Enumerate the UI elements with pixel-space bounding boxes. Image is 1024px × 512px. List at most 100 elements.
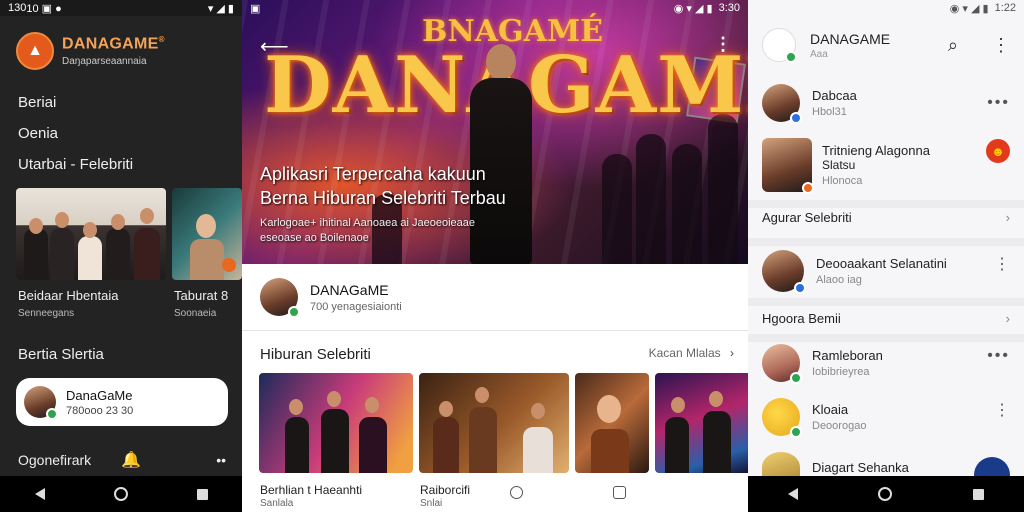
bell-icon[interactable]: 🔔 [121, 450, 141, 470]
arrow-left-icon[interactable]: ⟵ [260, 34, 289, 59]
footer-more-icon[interactable]: •• [216, 452, 226, 468]
thumbnail-1[interactable] [259, 373, 413, 473]
screen-drawer: 130 10 ▣ ● ▾ ◢ ▮ ▲ DANAGAME® Daŋaparseaa… [0, 0, 242, 512]
row-name: Ramleboran [812, 348, 883, 363]
list-item[interactable]: Deooaakant Selanatini Alaoo iag ⋮ [762, 250, 1010, 294]
verified-badge-icon [785, 51, 797, 63]
verified-badge-icon [790, 372, 802, 384]
section-heading: Bertia Slertia [18, 346, 104, 363]
status-icons-left: ▣ [250, 2, 261, 15]
channel-name: DANAGaME [310, 281, 389, 298]
channel-avatar [260, 278, 300, 318]
brand-title: DANAGAME [62, 35, 159, 53]
verified-badge-icon [802, 182, 814, 194]
more-vertical-icon[interactable]: ⋮ [714, 34, 732, 55]
row-name: Dabcaa [812, 88, 857, 103]
drawer-menu: Beriai Oenia Utarbai - Felebriti [18, 92, 133, 185]
more-horizontal-icon[interactable]: ••• [987, 94, 1010, 112]
thumbnail-1-title[interactable]: Berhlian t Haeanhti [260, 483, 362, 497]
channel-sub: 700 yenagesiaionti [310, 300, 402, 313]
avatar [762, 84, 802, 124]
row-sub: Iobibrieyrea [812, 366, 870, 378]
back-icon[interactable] [34, 488, 45, 500]
row-name-line1: Tritnieng Alagonna [822, 143, 930, 158]
status-bar: 130 10 ▣ ● ▾ ◢ ▮ [0, 0, 242, 16]
section-more-label: Kacan Mlalas [648, 346, 721, 360]
recents-icon[interactable] [972, 488, 984, 500]
row-name-line2: Slatsu [822, 158, 856, 172]
brand-subtitle: Daŋaparseaannaia [62, 56, 147, 68]
divider [748, 200, 1024, 208]
avatar [762, 250, 806, 294]
profile-card[interactable]: DanaGaMe 780ooo 23 30 [16, 378, 228, 426]
card-title-1[interactable]: Beidaar Hbentaia [18, 288, 118, 303]
hero-description: Karlogoae+ ihitinal Aanoaea ai Jaeoeoiea… [260, 216, 475, 246]
chevron-right-icon: › [1005, 210, 1010, 225]
home-icon[interactable] [113, 487, 128, 501]
thumbnail-3[interactable] [575, 373, 649, 473]
row-sub: Hbol31 [812, 106, 847, 118]
home-icon[interactable] [510, 486, 523, 499]
system-nav-bar [748, 476, 1024, 512]
channel-row[interactable]: DANAGaME 700 yenagesiaionti [260, 278, 402, 318]
back-icon[interactable] [788, 488, 799, 500]
celebrity-cards [16, 188, 242, 280]
card-sub-2: Soonaeia [174, 308, 217, 319]
menu-item-beriai[interactable]: Beriai [18, 92, 133, 123]
menu-item-oenia[interactable]: Oenia [18, 123, 133, 154]
search-icon[interactable]: ⌕ [948, 35, 958, 56]
divider [748, 334, 1024, 342]
emoji-badge-icon[interactable]: ☻ [986, 139, 1010, 163]
verified-badge-icon [794, 282, 806, 294]
orange-badge-icon [222, 258, 236, 272]
thumbnail-row [259, 373, 748, 473]
verified-badge-icon [46, 408, 58, 420]
row-sub: Alaoo iag [816, 274, 862, 286]
section-more-link[interactable]: Kacan Mlalas › [649, 346, 734, 360]
divider [748, 238, 1024, 246]
menu-item-selebriti[interactable]: Utarbai - Felebriti [18, 154, 133, 185]
status-time: 130 [8, 2, 27, 14]
danagame-logo-icon: ▲ [16, 32, 54, 70]
list-item[interactable]: Tritnieng Alagonna Slatsu Hlonoca ☻ [762, 138, 1010, 194]
inline-nav-icons [400, 486, 626, 499]
link-label: Agurar Selebriti [762, 210, 852, 225]
drawer-footer: Ogonefirark 🔔 •• [18, 450, 226, 470]
more-horizontal-icon[interactable]: ••• [987, 347, 1010, 365]
row-name: Deooaakant Selanatini [816, 256, 947, 271]
thumbnail-2-sub: Snlai [420, 498, 443, 509]
divider [242, 330, 748, 331]
thumbnail-2[interactable] [419, 373, 569, 473]
avatar [24, 386, 58, 420]
more-vertical-icon[interactable]: ⋮ [992, 35, 1010, 56]
system-nav-bar [0, 476, 242, 512]
avatar [762, 398, 802, 438]
list-item[interactable]: Dabcaa Hbol31 ••• [762, 84, 1010, 124]
footer-label[interactable]: Ogonefirark [18, 452, 91, 468]
verified-badge-icon [288, 306, 300, 318]
more-vertical-icon[interactable]: ⋮ [994, 254, 1010, 274]
row-name: Kloaia [812, 402, 849, 417]
thumbnail-4[interactable] [655, 373, 748, 473]
brand-header[interactable]: ▲ DANAGAME® Daŋaparseaannaia [16, 32, 165, 70]
recents-icon[interactable] [196, 488, 208, 500]
chevron-right-icon: › [730, 346, 734, 360]
card-sub-1: Senneegans [18, 308, 75, 319]
home-icon[interactable] [878, 487, 893, 501]
link-bemii[interactable]: Hgoora Bemii › [762, 311, 1010, 326]
section-title: Hiburan Selebriti [260, 346, 371, 363]
card-title-2[interactable]: Taburat 8 [174, 288, 228, 303]
card-image-single[interactable] [172, 188, 242, 280]
hero-description-line2: eseoase ao Boilenaoe [260, 232, 369, 244]
thumbnail-1-sub: Sanlala [260, 498, 294, 509]
list-item[interactable]: Ramleboran Iobibrieyrea ••• [762, 344, 1010, 384]
danagame-logo-icon[interactable] [762, 28, 797, 63]
more-vertical-icon[interactable]: ⋮ [994, 400, 1010, 420]
link-selebriti[interactable]: Agurar Selebriti › [762, 210, 1010, 225]
list-item[interactable]: Kloaia Deoorogao ⋮ [762, 398, 1010, 438]
status-icons: ◉ ▾ ◢ ▮ [949, 2, 989, 15]
card-image-group[interactable] [16, 188, 166, 280]
hero-description-line1: Karlogoae+ ihitinal Aanoaea ai Jaeoeoiea… [260, 217, 475, 229]
recents-icon[interactable] [613, 486, 626, 499]
hero-caption-line2: Berna Hiburan Selebriti Terbau [260, 188, 506, 208]
